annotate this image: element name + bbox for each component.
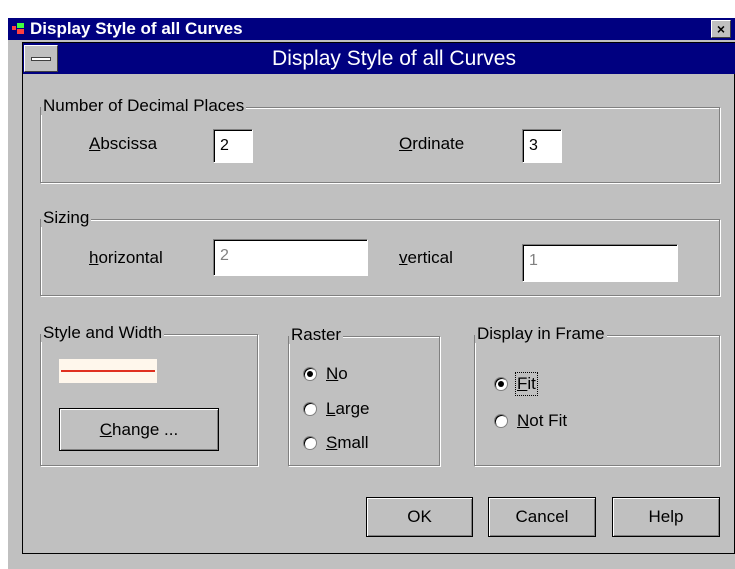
- dialog-title: Display Style of all Curves: [272, 47, 516, 70]
- raster-legend: Raster: [289, 325, 344, 344]
- close-icon[interactable]: ×: [711, 20, 731, 38]
- app-icon: [12, 23, 24, 35]
- window-title: Display Style of all Curves: [30, 19, 243, 38]
- abscissa-input[interactable]: 2: [213, 129, 253, 163]
- not-fit-label[interactable]: Not Fit: [517, 411, 567, 431]
- vertical-input[interactable]: 1: [522, 244, 678, 282]
- not-fit-radio[interactable]: [494, 414, 508, 428]
- raster-large-label[interactable]: Large: [326, 399, 370, 419]
- style-width-legend: Style and Width: [41, 323, 165, 342]
- sizing-legend: Sizing: [41, 208, 92, 227]
- help-button[interactable]: Help: [612, 497, 720, 537]
- display-frame-group: Display in Frame: [474, 325, 720, 466]
- horizontal-input[interactable]: 2: [213, 239, 368, 276]
- raster-large-radio[interactable]: [303, 402, 317, 416]
- display-frame-legend: Display in Frame: [475, 324, 607, 343]
- ordinate-input[interactable]: 3: [522, 129, 562, 163]
- horizontal-label: horizontal: [89, 248, 163, 267]
- raster-no-radio[interactable]: [303, 367, 317, 381]
- ok-button[interactable]: OK: [366, 497, 473, 537]
- change-button[interactable]: Change ...: [59, 408, 219, 451]
- raster-small-radio[interactable]: [303, 436, 317, 450]
- dialog-title-bar[interactable]: Display Style of all Curves: [23, 43, 735, 74]
- fit-radio[interactable]: [494, 377, 508, 391]
- fit-label[interactable]: Fit: [515, 372, 538, 396]
- window-title-bar[interactable]: Display Style of all Curves: [8, 18, 735, 40]
- raster-no-label[interactable]: No: [326, 364, 348, 384]
- raster-small-label[interactable]: Small: [326, 433, 369, 453]
- line-style-preview: [58, 358, 158, 384]
- vertical-label: vertical: [399, 248, 453, 267]
- decimal-places-legend: Number of Decimal Places: [41, 96, 247, 115]
- abscissa-label: Abscissa: [89, 134, 158, 153]
- system-menu-icon[interactable]: [24, 45, 58, 72]
- ordinate-label: Ordinate: [399, 134, 465, 153]
- cancel-button[interactable]: Cancel: [488, 497, 596, 537]
